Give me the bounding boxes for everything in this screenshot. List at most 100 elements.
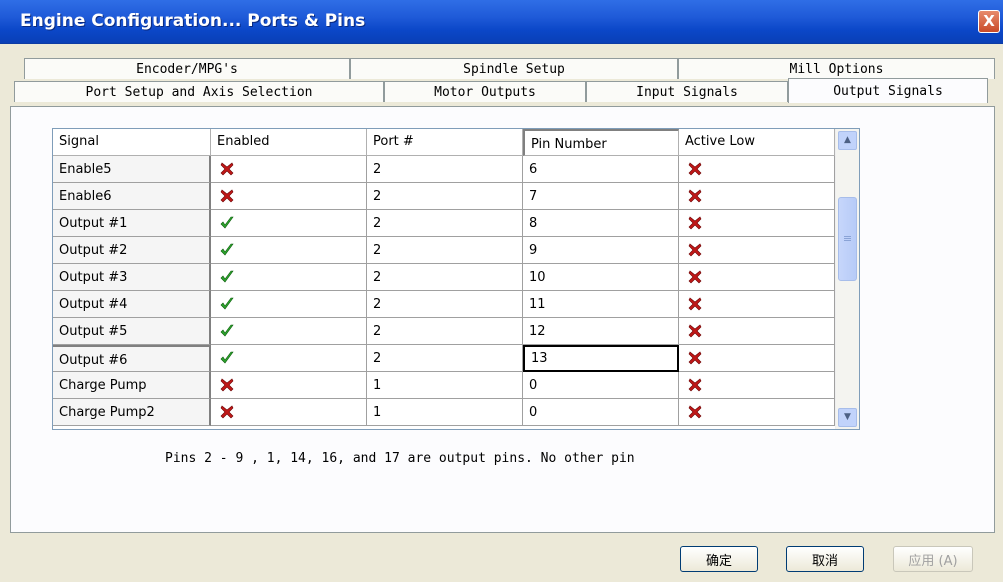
- red-x-icon[interactable]: [688, 378, 702, 392]
- table-row[interactable]: Output #6 2 13: [53, 345, 835, 372]
- pin-number-cell[interactable]: 12: [523, 318, 679, 345]
- red-x-icon[interactable]: [688, 324, 702, 338]
- port-cell[interactable]: 1: [367, 372, 523, 399]
- pin-number-cell[interactable]: 10: [523, 264, 679, 291]
- red-x-icon[interactable]: [688, 189, 702, 203]
- green-check-icon[interactable]: [220, 216, 234, 230]
- active-low-cell[interactable]: [679, 183, 835, 210]
- pin-number-cell[interactable]: 6: [523, 156, 679, 183]
- enabled-cell[interactable]: [211, 318, 367, 345]
- scroll-up-icon[interactable]: ▲: [838, 131, 857, 150]
- port-cell[interactable]: 2: [367, 156, 523, 183]
- signal-cell[interactable]: Output #4: [53, 291, 211, 318]
- ok-button[interactable]: 确定: [680, 546, 758, 572]
- output-signals-grid[interactable]: Signal Enabled Port # Pin Number Active …: [52, 128, 860, 430]
- port-cell[interactable]: 2: [367, 291, 523, 318]
- enabled-cell[interactable]: [211, 264, 367, 291]
- grid-vertical-scrollbar[interactable]: ▲ ▼: [835, 129, 859, 429]
- red-x-icon[interactable]: [220, 162, 234, 176]
- green-check-icon[interactable]: [220, 324, 234, 338]
- red-x-icon[interactable]: [688, 162, 702, 176]
- green-check-icon[interactable]: [220, 270, 234, 284]
- cancel-button[interactable]: 取消: [786, 546, 864, 572]
- enabled-cell[interactable]: [211, 237, 367, 264]
- red-x-icon[interactable]: [688, 243, 702, 257]
- tab-output-signals[interactable]: Output Signals: [788, 78, 988, 103]
- table-row[interactable]: Output #3 2 10: [53, 264, 835, 291]
- red-x-icon[interactable]: [688, 270, 702, 284]
- table-row[interactable]: Output #4 2 11: [53, 291, 835, 318]
- column-header-pin-number[interactable]: Pin Number: [523, 129, 679, 156]
- signal-cell[interactable]: Output #2: [53, 237, 211, 264]
- signal-cell[interactable]: Output #3: [53, 264, 211, 291]
- table-row[interactable]: Enable6 2 7: [53, 183, 835, 210]
- active-low-cell[interactable]: [679, 399, 835, 426]
- signal-cell[interactable]: Charge Pump2: [53, 399, 211, 426]
- tab-port-setup[interactable]: Port Setup and Axis Selection: [14, 81, 384, 102]
- signal-cell[interactable]: Enable5: [53, 156, 211, 183]
- pin-number-cell[interactable]: 0: [523, 372, 679, 399]
- red-x-icon[interactable]: [688, 351, 702, 365]
- active-low-cell[interactable]: [679, 318, 835, 345]
- green-check-icon[interactable]: [220, 351, 234, 365]
- table-row[interactable]: Output #1 2 8: [53, 210, 835, 237]
- table-row[interactable]: Charge Pump2 1 0: [53, 399, 835, 426]
- tab-motor-outputs[interactable]: Motor Outputs: [384, 81, 586, 102]
- enabled-cell[interactable]: [211, 291, 367, 318]
- active-low-cell[interactable]: [679, 264, 835, 291]
- enabled-cell[interactable]: [211, 210, 367, 237]
- close-button[interactable]: X: [978, 10, 1000, 33]
- enabled-cell[interactable]: [211, 372, 367, 399]
- table-row[interactable]: Enable5 2 6: [53, 156, 835, 183]
- tab-encoder-mpg[interactable]: Encoder/MPG's: [24, 58, 350, 79]
- tab-spindle-setup[interactable]: Spindle Setup: [350, 58, 678, 79]
- enabled-cell[interactable]: [211, 183, 367, 210]
- green-check-icon[interactable]: [220, 243, 234, 257]
- red-x-icon[interactable]: [220, 189, 234, 203]
- active-low-cell[interactable]: [679, 156, 835, 183]
- port-cell[interactable]: 1: [367, 399, 523, 426]
- signal-cell[interactable]: Output #1: [53, 210, 211, 237]
- red-x-icon[interactable]: [688, 216, 702, 230]
- red-x-icon[interactable]: [688, 405, 702, 419]
- enabled-cell[interactable]: [211, 345, 367, 372]
- pin-number-cell[interactable]: 13: [523, 345, 679, 372]
- active-low-cell[interactable]: [679, 372, 835, 399]
- port-cell[interactable]: 2: [367, 183, 523, 210]
- port-cell[interactable]: 2: [367, 318, 523, 345]
- pin-number-cell[interactable]: 7: [523, 183, 679, 210]
- tab-mill-options[interactable]: Mill Options: [678, 58, 995, 79]
- port-cell[interactable]: 2: [367, 210, 523, 237]
- active-low-cell[interactable]: [679, 237, 835, 264]
- table-row[interactable]: Charge Pump 1 0: [53, 372, 835, 399]
- red-x-icon[interactable]: [220, 378, 234, 392]
- table-row[interactable]: Output #5 2 12: [53, 318, 835, 345]
- active-low-cell[interactable]: [679, 291, 835, 318]
- port-cell[interactable]: 2: [367, 237, 523, 264]
- pin-number-cell[interactable]: 9: [523, 237, 679, 264]
- apply-button[interactable]: 应用 (A): [893, 546, 973, 572]
- column-header-active-low[interactable]: Active Low: [679, 129, 835, 156]
- pin-number-cell[interactable]: 11: [523, 291, 679, 318]
- port-cell[interactable]: 2: [367, 264, 523, 291]
- signal-cell[interactable]: Output #6: [53, 345, 211, 372]
- active-low-cell[interactable]: [679, 210, 835, 237]
- red-x-icon[interactable]: [688, 297, 702, 311]
- column-header-signal[interactable]: Signal: [53, 129, 211, 156]
- red-x-icon[interactable]: [220, 405, 234, 419]
- column-header-port[interactable]: Port #: [367, 129, 523, 156]
- table-row[interactable]: Output #2 2 9: [53, 237, 835, 264]
- pin-number-cell[interactable]: 0: [523, 399, 679, 426]
- column-header-enabled[interactable]: Enabled: [211, 129, 367, 156]
- scrollbar-thumb[interactable]: [838, 197, 857, 281]
- signal-cell[interactable]: Charge Pump: [53, 372, 211, 399]
- port-cell[interactable]: 2: [367, 345, 523, 372]
- pin-number-cell[interactable]: 8: [523, 210, 679, 237]
- signal-cell[interactable]: Enable6: [53, 183, 211, 210]
- active-low-cell[interactable]: [679, 345, 835, 372]
- enabled-cell[interactable]: [211, 156, 367, 183]
- enabled-cell[interactable]: [211, 399, 367, 426]
- signal-cell[interactable]: Output #5: [53, 318, 211, 345]
- tab-input-signals[interactable]: Input Signals: [586, 81, 788, 102]
- green-check-icon[interactable]: [220, 297, 234, 311]
